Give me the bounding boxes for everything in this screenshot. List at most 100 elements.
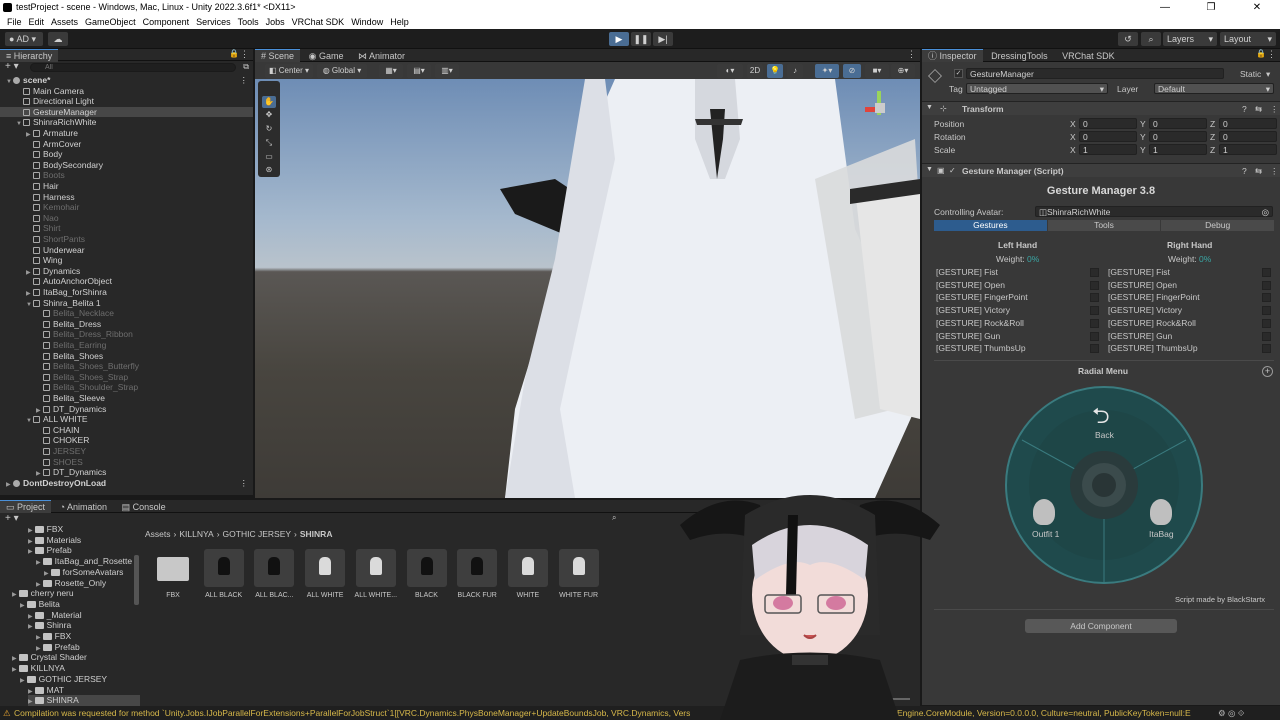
left-gesture-toggle[interactable] [1090, 318, 1099, 328]
tab-project[interactable]: ▭ Project [0, 500, 52, 513]
breadcrumb-killnya[interactable]: KILLNYA [179, 529, 213, 539]
radial-back-label[interactable]: Back [1095, 430, 1114, 440]
play-button[interactable]: ▶ [609, 32, 629, 46]
transform-header[interactable]: ▼ ⊹ Transform ? ⇆ ⋮ [922, 101, 1280, 115]
lock-icon[interactable]: 🔒 [229, 49, 239, 58]
hierarchy-item[interactable]: BodySecondary [0, 160, 253, 171]
hierarchy-item[interactable]: ▼ scene* ⋮ [0, 75, 253, 86]
menu-edit[interactable]: Edit [29, 15, 45, 29]
asset-prefab-tile[interactable] [457, 549, 498, 587]
effects-dropdown[interactable]: ✦▾ [815, 64, 839, 78]
expand-arrow-icon[interactable]: ▶ [20, 678, 25, 684]
hierarchy-item[interactable]: Underwear [0, 245, 253, 256]
cloud-button[interactable]: ☁ [48, 32, 68, 46]
hierarchy-item[interactable]: Belita_Shoulder_Strap [0, 382, 253, 393]
more-icon[interactable]: ⋮ [1270, 104, 1279, 115]
hierarchy-item[interactable]: Belita_Shoes [0, 351, 253, 362]
hierarchy-item[interactable]: Belita_Necklace [0, 308, 253, 319]
asset-prefab-tile[interactable] [558, 549, 599, 587]
tab-animation[interactable]: ◔ Animation [54, 501, 113, 513]
grid-snap-button[interactable]: ▤▾ [407, 64, 431, 78]
more-icon[interactable]: ⋮ [1270, 166, 1279, 177]
expand-arrow-icon[interactable]: ▶ [28, 549, 33, 555]
expand-arrow-icon[interactable]: ▶ [6, 480, 13, 491]
left-gesture-toggle[interactable] [1090, 280, 1099, 290]
step-button[interactable]: ▶| [653, 32, 673, 46]
transform-position-x-field[interactable]: 0 [1079, 118, 1137, 129]
layers-dropdown[interactable]: Layers ▾ [1163, 32, 1217, 46]
hierarchy-item[interactable]: ▼ Shinra_Belita 1 [0, 298, 253, 309]
hierarchy-item[interactable]: Main Camera [0, 86, 253, 97]
hierarchy-item[interactable]: SHOES [0, 457, 253, 468]
transform-scale-y-field[interactable]: 1 [1149, 144, 1207, 155]
project-tree-scrollbar[interactable] [134, 555, 139, 605]
breadcrumb-shinra[interactable]: SHINRA [300, 529, 333, 539]
transform-position-z-field[interactable]: 0 [1219, 118, 1277, 129]
right-gesture-toggle[interactable] [1262, 306, 1271, 316]
menu-window[interactable]: Window [351, 15, 383, 29]
asset-prefab-tile[interactable] [507, 549, 548, 587]
right-gesture-toggle[interactable] [1262, 268, 1271, 277]
left-gesture-toggle[interactable] [1090, 306, 1099, 316]
hierarchy-item[interactable]: ArmCover [0, 139, 253, 150]
expand-arrow-icon[interactable]: ▶ [28, 539, 33, 545]
gm-tab-tools[interactable]: Tools [1047, 220, 1161, 231]
status-message[interactable]: Compilation was requested for method `Un… [14, 706, 690, 720]
hierarchy-item[interactable]: Wing [0, 255, 253, 266]
menu-vrchat-sdk[interactable]: VRChat SDK [292, 15, 345, 29]
hierarchy-item[interactable]: ▼ ALL WHITE [0, 414, 253, 425]
add-component-button[interactable]: Add Component [1025, 619, 1177, 633]
asset-folder-tile[interactable] [153, 549, 193, 587]
hierarchy-item[interactable]: Belita_Shoes_Strap [0, 372, 253, 383]
layer-dropdown[interactable]: Default ▾ [1154, 83, 1274, 94]
account-button[interactable]: ● AD ▾ [5, 32, 43, 46]
more-icon[interactable]: ⋮ [240, 49, 249, 60]
hierarchy-item[interactable]: Hair [0, 181, 253, 192]
hierarchy-item[interactable]: ▶ Dynamics [0, 266, 253, 277]
avatar-model[interactable] [255, 79, 920, 498]
menu-services[interactable]: Services [196, 15, 231, 29]
tab-animator[interactable]: ⋈ Animator [352, 50, 411, 62]
right-gesture-toggle[interactable] [1262, 344, 1271, 354]
scene-viewport[interactable]: ✋ ✥ ↻ ⤡ ▭ ⊛ [255, 79, 920, 498]
tab-game[interactable]: ◉ Game [303, 50, 350, 62]
camera-dropdown[interactable]: ■▾ [865, 64, 889, 78]
gm-tab-gestures[interactable]: Gestures [934, 220, 1047, 231]
right-gesture-toggle[interactable] [1262, 293, 1271, 303]
pivot-dropdown[interactable]: ◧ Center ▾ [265, 64, 313, 78]
asset-prefab-tile[interactable] [203, 549, 244, 587]
hierarchy-item[interactable]: Kemohair [0, 202, 253, 213]
hierarchy-item[interactable]: Body [0, 149, 253, 160]
hierarchy-item[interactable]: Belita_Shoes_Butterfly [0, 361, 253, 372]
expand-arrow-icon[interactable]: ▶ [28, 699, 33, 705]
expand-arrow-icon[interactable]: ▶ [28, 689, 33, 695]
more-icon[interactable]: ⋮ [240, 75, 249, 86]
more-icon[interactable]: ⋮ [907, 49, 916, 60]
controlling-avatar-field[interactable]: ◫ShinraRichWhite ◎ [1035, 206, 1273, 217]
expand-arrow-icon[interactable]: ▶ [28, 624, 33, 630]
increment-button[interactable]: ▥▾ [435, 64, 459, 78]
shading-dropdown[interactable]: ◐▾ [717, 64, 743, 78]
2d-toggle[interactable]: 2D [747, 64, 763, 78]
hierarchy-item[interactable]: CHAIN [0, 425, 253, 436]
hierarchy-item[interactable]: ShortPants [0, 234, 253, 245]
radial-right-label[interactable]: ItaBag [1149, 529, 1174, 539]
hierarchy-item[interactable]: GestureManager [0, 106, 253, 118]
tab-inspector[interactable]: ⓘ Inspector [922, 49, 983, 62]
radial-add-icon[interactable]: + [1262, 366, 1273, 377]
menu-component[interactable]: Component [143, 15, 190, 29]
hierarchy-item[interactable]: Boots [0, 170, 253, 181]
hierarchy-search-input[interactable] [30, 63, 236, 72]
expand-arrow-icon[interactable]: ▶ [36, 635, 41, 641]
component-enabled-checkbox[interactable]: ✓ [949, 166, 956, 175]
hierarchy-item[interactable]: Nao [0, 213, 253, 224]
expand-arrow-icon[interactable]: ▶ [36, 582, 41, 588]
left-gesture-toggle[interactable] [1090, 344, 1099, 354]
hierarchy-item[interactable]: Belita_Earring [0, 340, 253, 351]
space-dropdown[interactable]: ◍ Global ▾ [317, 64, 367, 78]
radial-left-label[interactable]: Outfit 1 [1032, 529, 1059, 539]
hierarchy-item[interactable]: Harness [0, 192, 253, 203]
expand-arrow-icon[interactable]: ▶ [28, 614, 33, 620]
layout-dropdown[interactable]: Layout ▾ [1220, 32, 1276, 46]
tab-dressingtools[interactable]: DressingTools [985, 50, 1054, 62]
